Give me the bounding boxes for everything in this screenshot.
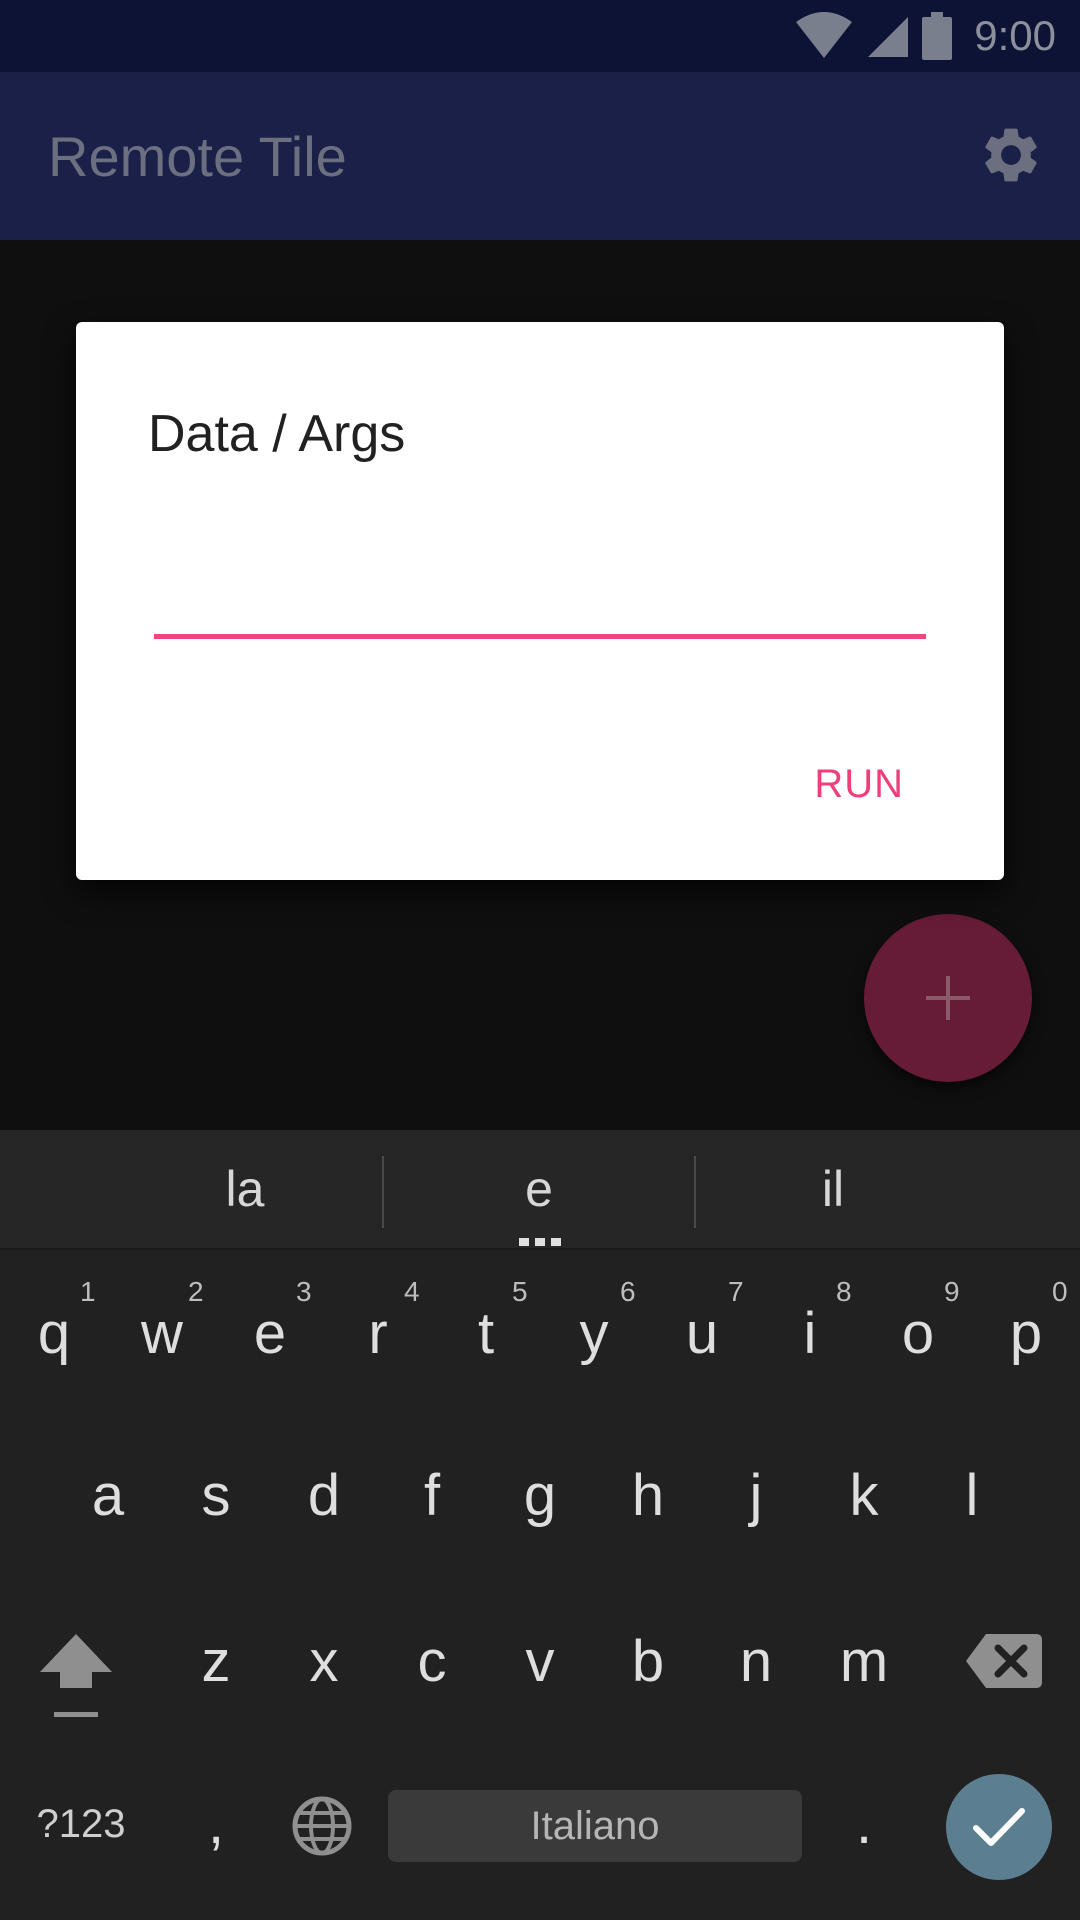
more-suggestions-indicator[interactable] <box>519 1238 561 1246</box>
battery-icon <box>922 12 953 60</box>
key-hint-number: 5 <box>512 1276 528 1307</box>
dialog-title: Data / Args <box>148 405 406 463</box>
run-button[interactable]: RUN <box>814 762 904 807</box>
signal-icon <box>868 17 909 57</box>
key-v[interactable]: v <box>486 1628 594 1695</box>
key-m[interactable]: m <box>810 1628 918 1695</box>
key-l[interactable]: l <box>918 1462 1026 1529</box>
period-key[interactable]: . <box>810 1790 918 1857</box>
suggestion-divider <box>694 1156 696 1228</box>
key-g[interactable]: g <box>486 1462 594 1529</box>
key-s[interactable]: s <box>162 1462 270 1529</box>
input-underline <box>154 634 926 639</box>
key-hint-number: 4 <box>404 1276 420 1307</box>
suggestion-item[interactable]: il <box>733 1160 933 1218</box>
add-fab-button[interactable] <box>864 914 1032 1082</box>
key-x[interactable]: x <box>270 1628 378 1695</box>
wifi-icon <box>796 12 853 58</box>
key-e[interactable]: e <box>216 1300 324 1367</box>
backspace-icon <box>966 1634 1042 1688</box>
suggestion-divider <box>382 1156 384 1228</box>
symbols-key[interactable]: ?123 <box>26 1802 136 1847</box>
settings-button[interactable] <box>978 122 1044 188</box>
key-w[interactable]: w <box>108 1300 216 1367</box>
suggestion-item[interactable]: la <box>145 1160 345 1218</box>
key-hint-number: 3 <box>296 1276 312 1307</box>
key-d[interactable]: d <box>270 1462 378 1529</box>
key-hint-number: 1 <box>80 1276 96 1307</box>
suggestion-strip: la e il <box>0 1130 1080 1250</box>
key-hint-number: 7 <box>728 1276 744 1307</box>
suggestion-item[interactable]: e <box>439 1160 639 1218</box>
key-c[interactable]: c <box>378 1628 486 1695</box>
key-z[interactable]: z <box>162 1628 270 1695</box>
key-i[interactable]: i <box>756 1300 864 1367</box>
comma-key[interactable]: , <box>162 1790 270 1857</box>
key-a[interactable]: a <box>54 1462 162 1529</box>
shift-arrow-icon <box>40 1634 112 1717</box>
space-key[interactable]: Italiano <box>388 1790 802 1862</box>
data-args-dialog: Data / Args RUN <box>76 322 1004 880</box>
key-u[interactable]: u <box>648 1300 756 1367</box>
key-j[interactable]: j <box>702 1462 810 1529</box>
key-n[interactable]: n <box>702 1628 810 1695</box>
gear-icon <box>985 128 1037 182</box>
globe-icon <box>292 1796 352 1856</box>
key-o[interactable]: o <box>864 1300 972 1367</box>
status-bar: 9:00 <box>0 0 1080 72</box>
key-p[interactable]: p <box>972 1300 1080 1367</box>
app-bar: Remote Tile <box>0 72 1080 240</box>
key-hint-number: 2 <box>188 1276 204 1307</box>
key-hint-number: 0 <box>1052 1276 1068 1307</box>
key-b[interactable]: b <box>594 1628 702 1695</box>
key-hint-number: 8 <box>836 1276 852 1307</box>
status-time: 9:00 <box>974 12 1056 59</box>
language-key[interactable] <box>292 1796 352 1856</box>
key-f[interactable]: f <box>378 1462 486 1529</box>
key-h[interactable]: h <box>594 1462 702 1529</box>
status-icons: 9:00 <box>794 10 1056 62</box>
key-hint-number: 9 <box>944 1276 960 1307</box>
key-k[interactable]: k <box>810 1462 918 1529</box>
app-title: Remote Tile <box>48 125 347 188</box>
data-args-input[interactable] <box>152 572 926 632</box>
key-r[interactable]: r <box>324 1300 432 1367</box>
shift-key[interactable] <box>38 1632 114 1722</box>
backspace-key[interactable] <box>966 1634 1042 1688</box>
enter-button[interactable] <box>946 1774 1052 1880</box>
checkmark-icon <box>973 1808 1025 1846</box>
plus-icon <box>926 976 970 1020</box>
key-q[interactable]: q <box>0 1300 108 1367</box>
key-y[interactable]: y <box>540 1300 648 1367</box>
key-t[interactable]: t <box>432 1300 540 1367</box>
key-hint-number: 6 <box>620 1276 636 1307</box>
